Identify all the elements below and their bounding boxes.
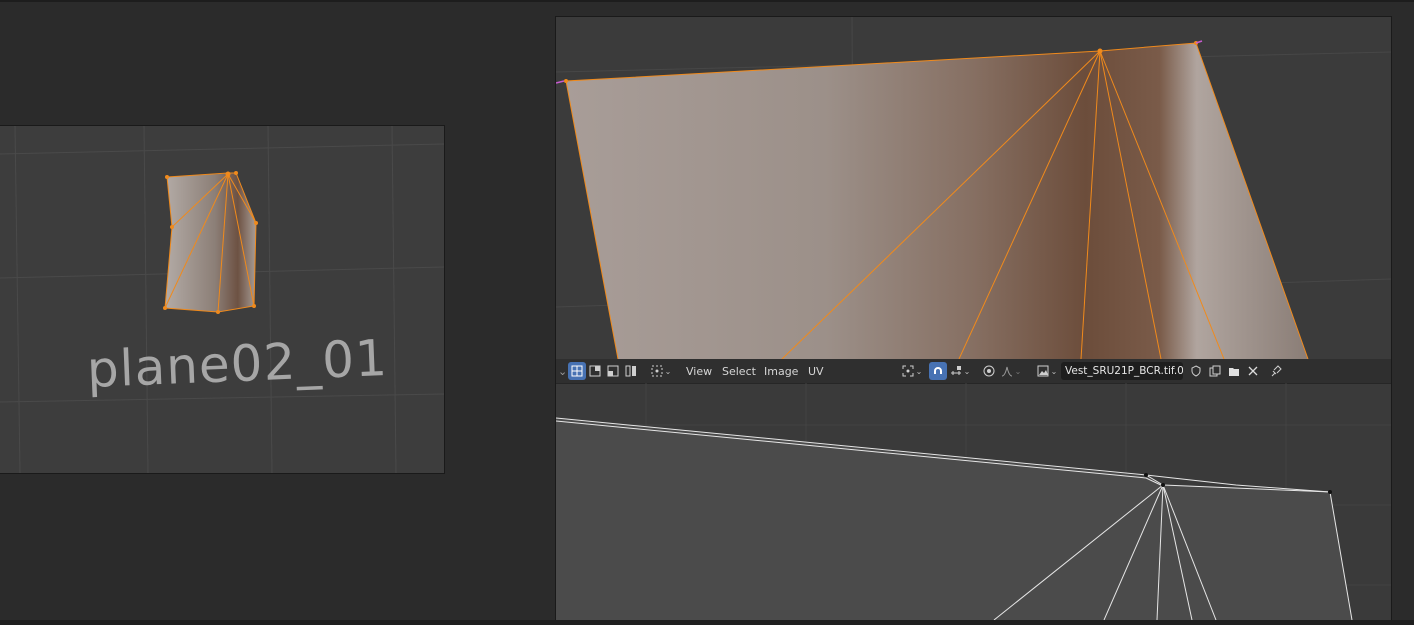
falloff-icon[interactable]: ⌄ <box>1000 362 1022 380</box>
pivot-icon[interactable]: ⌄ <box>899 362 925 380</box>
menu-select[interactable]: Select <box>718 362 760 380</box>
mesh-face <box>566 43 1308 359</box>
select-extend-icon[interactable] <box>586 362 604 380</box>
proportional-icon[interactable] <box>980 362 998 380</box>
pin-icon[interactable] <box>1267 362 1285 380</box>
viewport-scene <box>556 17 1391 359</box>
mesh-face <box>165 173 256 312</box>
select-invert-icon[interactable] <box>622 362 640 380</box>
menu-uv[interactable]: UV <box>804 362 828 380</box>
uv-editor-header: ⌄ ⌄ View Select Image UV ⌄ ⌄ ⌄ ⌄ Vest_SR… <box>556 359 1391 384</box>
top-border <box>0 0 1414 2</box>
preview-scene <box>0 126 444 473</box>
image-name-field[interactable]: Vest_SRU21P_BCR.tif.001 <box>1061 362 1183 380</box>
uv-island <box>556 418 1352 620</box>
uv-select-mode-icon[interactable]: ⌄ <box>648 362 674 380</box>
object-preview-panel <box>0 125 445 474</box>
uv-editor[interactable]: ⌄ ⌄ View Select Image UV ⌄ ⌄ ⌄ ⌄ Vest_SR… <box>555 359 1392 620</box>
image-browse-icon[interactable]: ⌄ <box>1034 362 1060 380</box>
bottom-border <box>0 620 1414 625</box>
select-box-icon[interactable] <box>568 362 586 380</box>
duplicate-image-icon[interactable] <box>1206 362 1224 380</box>
menu-image[interactable]: Image <box>760 362 802 380</box>
snap-target-icon[interactable]: ⌄ <box>947 362 973 380</box>
select-subtract-icon[interactable] <box>604 362 622 380</box>
open-image-icon[interactable] <box>1225 362 1243 380</box>
snap-icon[interactable] <box>929 362 947 380</box>
3d-viewport[interactable] <box>555 16 1392 360</box>
close-icon[interactable] <box>1244 362 1262 380</box>
menu-view[interactable]: View <box>682 362 716 380</box>
uv-canvas[interactable] <box>556 383 1391 620</box>
object-name-label: plane02_01 <box>85 328 389 399</box>
fake-user-icon[interactable] <box>1187 362 1205 380</box>
